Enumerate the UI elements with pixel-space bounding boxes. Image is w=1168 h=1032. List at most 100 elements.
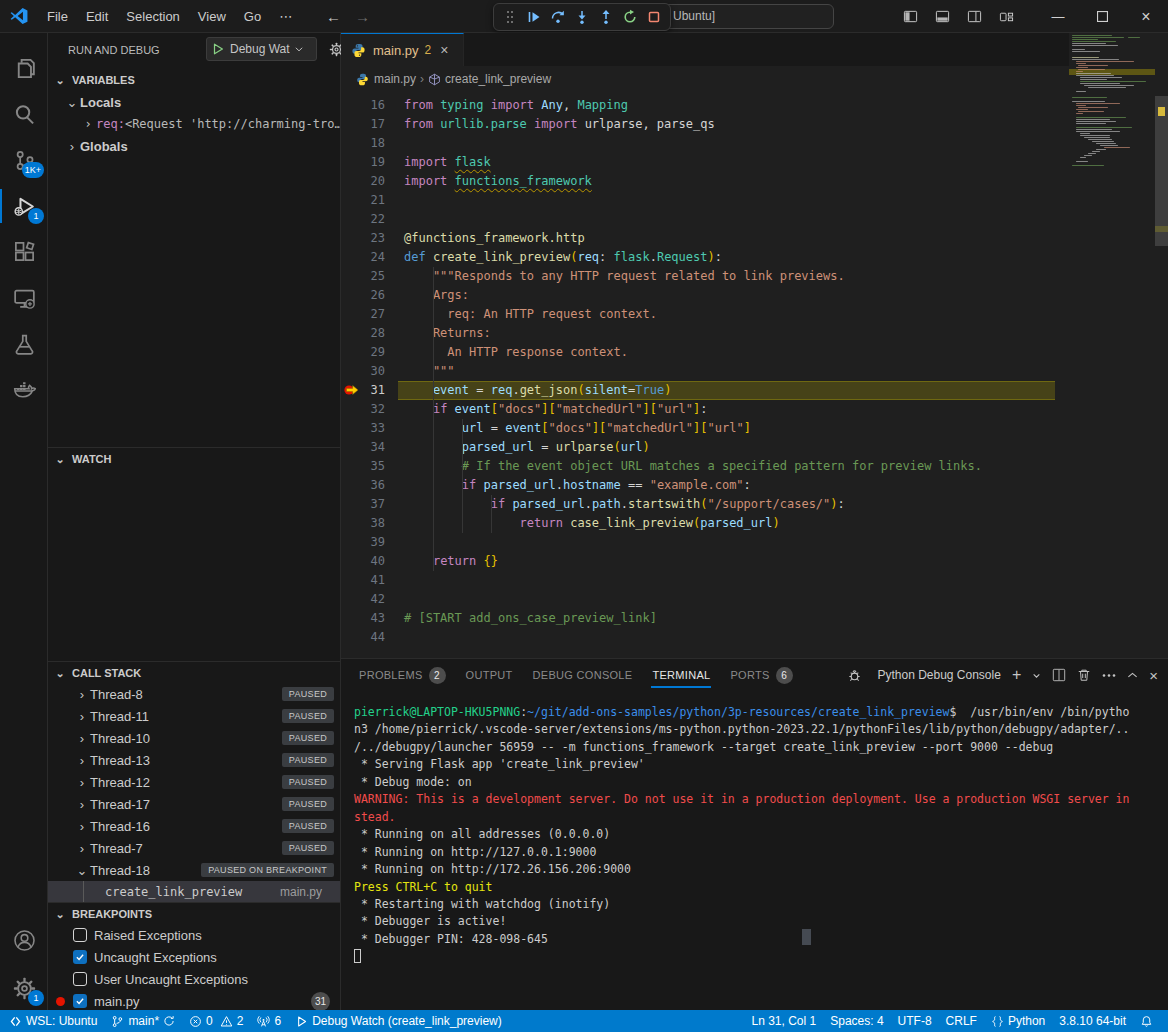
remote-indicator[interactable]: WSL: Ubuntu [2, 1010, 104, 1032]
terminal-instance-label[interactable]: Python Debug Console [877, 668, 1000, 682]
nav-forward-icon[interactable]: → [355, 8, 370, 25]
activity-docker[interactable] [0, 367, 48, 413]
language-mode[interactable]: Python [984, 1010, 1052, 1032]
breakpoint-row[interactable]: Raised Exceptions [48, 924, 340, 946]
debug-stop-icon[interactable] [642, 5, 666, 29]
code-line-20: import functions_framework [404, 172, 592, 191]
minimize-button[interactable]: — [1036, 0, 1080, 33]
code-line-37: if parsed_url.path.startswith("/support/… [404, 495, 845, 514]
thread-row[interactable]: ›Thread-11PAUSED [48, 705, 340, 727]
breadcrumb-file[interactable]: main.py [374, 72, 416, 86]
panel-tab-terminal[interactable]: TERMINAL [647, 659, 715, 691]
maximize-panel-icon[interactable] [1127, 670, 1138, 681]
terminal[interactable]: pierrick@LAPTOP-HKU5PNNG:~/git/add-ons-s… [354, 704, 1160, 1004]
variables-globals-row[interactable]: ›Globals [48, 135, 340, 157]
code-line-17: from urllib.parse import urlparse, parse… [404, 115, 715, 134]
panel-tab-output[interactable]: OUTPUT [461, 659, 518, 691]
panel-tab-ports[interactable]: PORTS6 [725, 659, 797, 691]
thread-row[interactable]: ›Thread-16PAUSED [48, 815, 340, 837]
code-editor[interactable]: 1617181920212223242526272829303132333435… [341, 92, 1055, 658]
kill-terminal-icon[interactable] [1077, 668, 1091, 682]
breakpoint-checkbox[interactable] [73, 994, 87, 1008]
breakpoint-checkbox[interactable] [73, 972, 87, 986]
breakpoint-row[interactable]: main.py31 [48, 990, 340, 1012]
debug-restart-icon[interactable] [618, 5, 642, 29]
debug-step-into-icon[interactable] [570, 5, 594, 29]
thread-row[interactable]: ›Thread-17PAUSED [48, 793, 340, 815]
ports-status[interactable]: 6 [250, 1010, 288, 1032]
stack-frame-row[interactable]: create_link_previewmain.py [48, 881, 340, 903]
minimap[interactable] [1069, 33, 1155, 599]
debug-step-out-icon[interactable] [594, 5, 618, 29]
editor-scrollbar[interactable] [1155, 33, 1168, 599]
terminal-dropdown-icon[interactable] [1032, 671, 1041, 680]
breadcrumb-symbol[interactable]: create_link_preview [445, 72, 551, 86]
toggle-sidebar-icon[interactable] [903, 9, 918, 24]
line-number: 18 [341, 134, 385, 153]
debug-step-over-icon[interactable] [546, 5, 570, 29]
menu-file[interactable]: File [38, 6, 77, 27]
debug-status[interactable]: Debug Watch (create_link_preview) [288, 1010, 509, 1032]
encoding[interactable]: UTF-8 [891, 1010, 939, 1032]
toggle-panel-icon[interactable] [935, 9, 950, 24]
debug-config-dropdown[interactable]: Debug Wat [206, 37, 317, 61]
thread-row[interactable]: ›Thread-13PAUSED [48, 749, 340, 771]
activity-extensions[interactable] [0, 229, 48, 275]
variables-locals-row[interactable]: ⌄Locals [48, 91, 340, 113]
watch-section-header[interactable]: ⌄WATCH [48, 448, 340, 470]
variables-req-row[interactable]: › req: <Request 'http://charming-tro… [48, 113, 340, 135]
activity-accounts[interactable] [0, 917, 48, 963]
breakpoint-current-line-icon[interactable] [344, 382, 360, 398]
tab-main-py[interactable]: main.py 2 × [341, 33, 464, 66]
customize-layout-icon[interactable] [999, 9, 1014, 24]
activity-search[interactable] [0, 91, 48, 137]
breakpoint-checkbox[interactable] [73, 928, 87, 942]
activity-remote-explorer[interactable] [0, 275, 48, 321]
debug-continue-icon[interactable] [522, 5, 546, 29]
new-terminal-icon[interactable]: + [1012, 666, 1021, 684]
thread-row[interactable]: ›Thread-10PAUSED [48, 727, 340, 749]
activity-source-control[interactable]: 1K+ [0, 137, 48, 183]
panel-tab-debug-console[interactable]: DEBUG CONSOLE [528, 659, 638, 691]
activity-run-and-debug[interactable]: 1 [0, 183, 48, 229]
call-stack-section-header[interactable]: ⌄CALL STACK [48, 662, 340, 684]
tab-close-icon[interactable]: × [440, 42, 448, 58]
activity-testing[interactable] [0, 321, 48, 367]
menu-edit[interactable]: Edit [77, 6, 117, 27]
debug-console-icon [847, 668, 862, 683]
problems-status[interactable]: 0 2 [182, 1010, 250, 1032]
variables-section-header[interactable]: ⌄VARIABLES [48, 69, 340, 91]
python-interpreter[interactable]: 3.8.10 64-bit [1052, 1010, 1133, 1032]
close-window-button[interactable]: × [1124, 0, 1168, 33]
activity-settings[interactable]: 1 [0, 965, 48, 1011]
thread-row[interactable]: ⌄Thread-18PAUSED ON BREAKPOINT [48, 859, 340, 881]
start-debug-icon[interactable] [211, 42, 225, 56]
breakpoint-row[interactable]: User Uncaught Exceptions [48, 968, 340, 990]
toggle-secondary-sidebar-icon[interactable] [967, 9, 982, 24]
panel-more-actions-icon[interactable] [1102, 673, 1116, 678]
menu-view[interactable]: View [189, 6, 235, 27]
menu-⋯[interactable]: ⋯ [270, 6, 301, 27]
cursor-position[interactable]: Ln 31, Col 1 [744, 1010, 823, 1032]
thread-row[interactable]: ›Thread-8PAUSED [48, 683, 340, 705]
git-branch-status[interactable]: main* [104, 1010, 182, 1032]
thread-row[interactable]: ›Thread-12PAUSED [48, 771, 340, 793]
activity-explorer[interactable] [0, 45, 48, 91]
close-panel-icon[interactable]: × [1149, 667, 1158, 684]
maximize-button[interactable] [1080, 0, 1124, 33]
nav-back-icon[interactable]: ← [326, 8, 341, 25]
terminal-line: * Debugger is active! [354, 913, 506, 930]
split-terminal-icon[interactable] [1052, 668, 1066, 682]
menu-go[interactable]: Go [235, 6, 270, 27]
menu-selection[interactable]: Selection [117, 6, 188, 27]
breakpoint-checkbox[interactable] [73, 950, 87, 964]
breakpoint-row[interactable]: Uncaught Exceptions [48, 946, 340, 968]
debug-config-label: Debug Wat [230, 42, 290, 56]
notifications-bell-icon[interactable] [1133, 1010, 1160, 1032]
indentation[interactable]: Spaces: 4 [823, 1010, 890, 1032]
eol-sequence[interactable]: CRLF [939, 1010, 984, 1032]
sync-icon [163, 1015, 175, 1027]
panel-tab-problems[interactable]: PROBLEMS2 [354, 659, 451, 691]
thread-row[interactable]: ›Thread-7PAUSED [48, 837, 340, 859]
breakpoints-section-header[interactable]: ⌄BREAKPOINTS [48, 903, 340, 925]
